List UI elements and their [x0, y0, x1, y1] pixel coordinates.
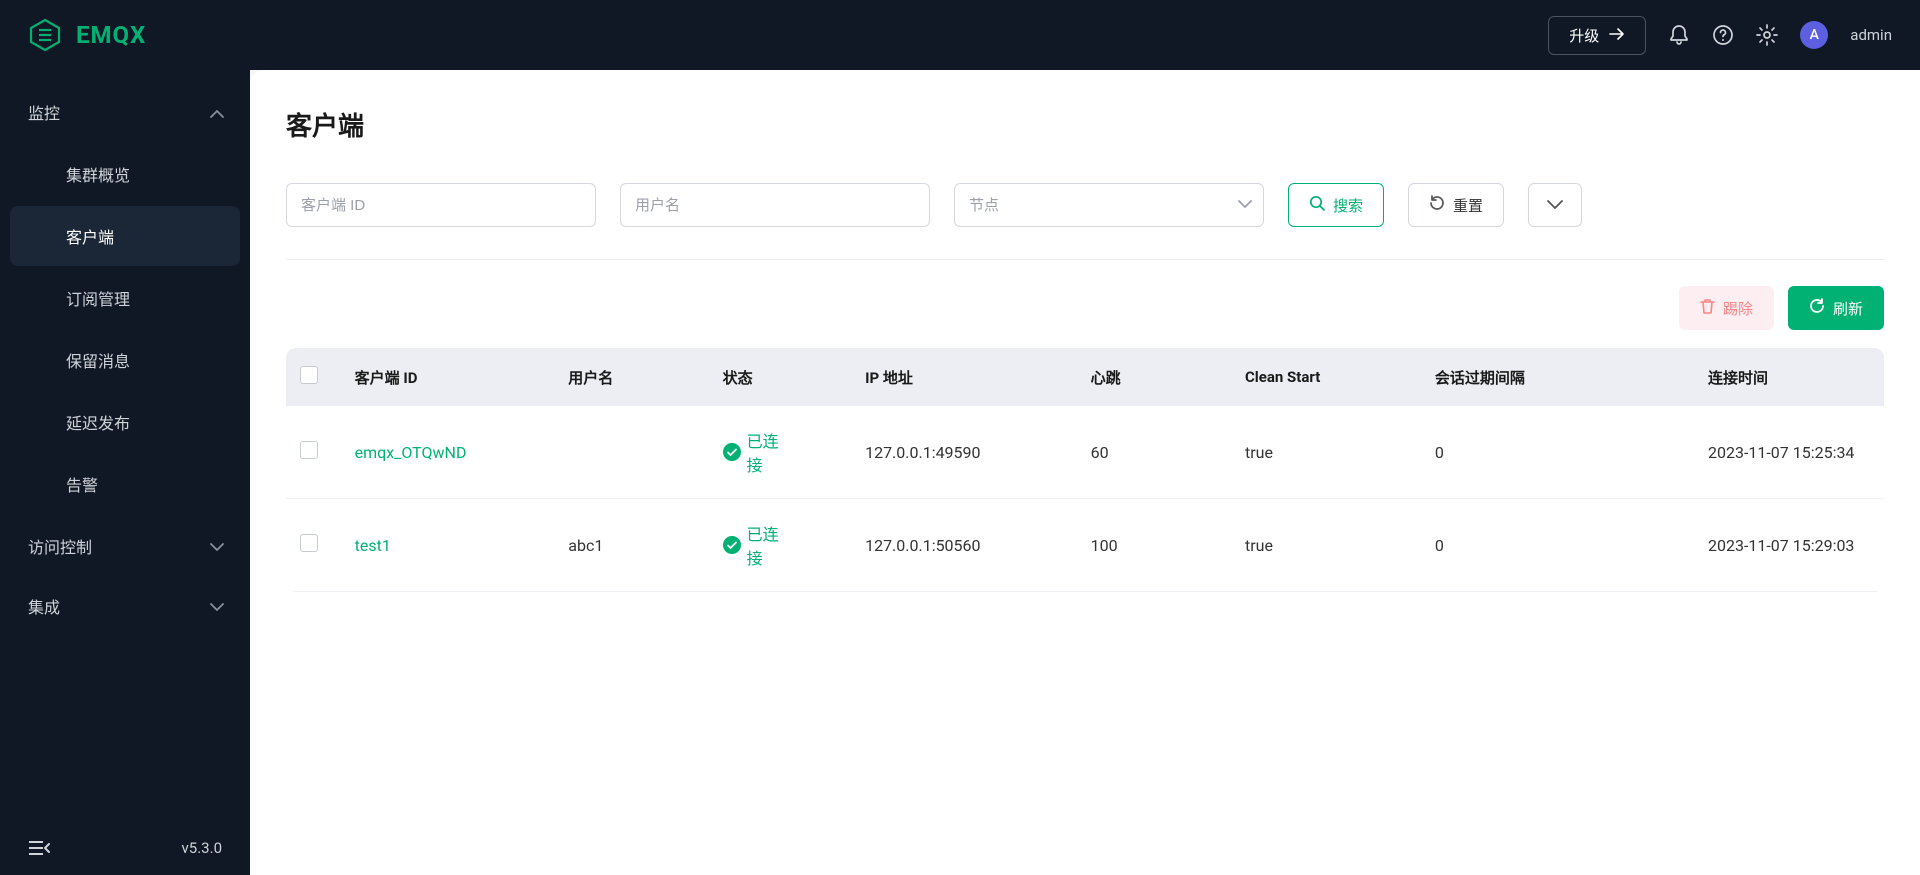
check-circle-icon	[723, 443, 741, 461]
kick-label: 踢除	[1723, 298, 1753, 319]
upgrade-label: 升级	[1569, 25, 1599, 46]
sidebar-item-delayed[interactable]: 延迟发布	[10, 392, 240, 452]
trash-icon	[1700, 298, 1715, 318]
expand-filters-button[interactable]	[1528, 183, 1582, 227]
arrow-right-icon	[1609, 27, 1625, 44]
table-row: test1 abc1 已连接 127.0.0.1:50560 100	[286, 499, 1884, 592]
username-input[interactable]	[620, 183, 930, 227]
search-icon	[1309, 195, 1325, 215]
th-status[interactable]: 状态	[709, 348, 851, 406]
th-keepalive[interactable]: 心跳	[1077, 348, 1231, 406]
reset-icon	[1429, 195, 1445, 215]
cell-connected-at: 2023-11-07 15:29:03	[1708, 536, 1854, 555]
th-ip[interactable]: IP 地址	[851, 348, 1077, 406]
refresh-button[interactable]: 刷新	[1788, 286, 1884, 330]
cell-username: abc1	[568, 536, 603, 555]
sidebar-item-clients[interactable]: 客户端	[10, 206, 240, 266]
main-content: 客户端 搜索	[250, 70, 1920, 875]
refresh-icon	[1809, 298, 1825, 318]
kick-button[interactable]: 踢除	[1679, 286, 1774, 330]
cell-clean-start: true	[1245, 443, 1273, 462]
sidebar-item-subscriptions[interactable]: 订阅管理	[10, 268, 240, 328]
upgrade-button[interactable]: 升级	[1548, 16, 1646, 55]
header-bar: EMQX 升级 A admin	[0, 0, 1920, 70]
th-username[interactable]: 用户名	[554, 348, 708, 406]
check-circle-icon	[723, 536, 741, 554]
cell-keepalive: 60	[1091, 443, 1109, 462]
sidebar-group-access-control[interactable]: 访问控制	[0, 516, 250, 576]
cell-keepalive: 100	[1091, 536, 1118, 555]
cell-connected-at: 2023-11-07 15:25:34	[1708, 443, 1854, 462]
page-title: 客户端	[286, 106, 1884, 143]
reset-button[interactable]: 重置	[1408, 183, 1504, 227]
table-row: emqx_OTQwND 已连接 127.0.0.1:49590 60	[286, 406, 1884, 499]
sidebar-group-label: 访问控制	[28, 534, 92, 558]
sidebar-item-retained[interactable]: 保留消息	[10, 330, 240, 390]
th-expiry[interactable]: 会话过期间隔	[1421, 348, 1694, 406]
node-select[interactable]	[954, 183, 1264, 227]
row-checkbox[interactable]	[300, 534, 318, 552]
chevron-up-icon	[210, 103, 224, 122]
chevron-down-icon	[210, 597, 224, 616]
bell-icon[interactable]	[1668, 24, 1690, 46]
cell-expiry: 0	[1435, 443, 1444, 462]
th-clean-start[interactable]: Clean Start	[1231, 348, 1421, 406]
sidebar-group-monitor[interactable]: 监控	[0, 82, 250, 142]
sidebar-group-integration[interactable]: 集成	[0, 576, 250, 636]
cell-clean-start: true	[1245, 536, 1273, 555]
collapse-sidebar-icon[interactable]	[28, 839, 50, 857]
sidebar-item-cluster-overview[interactable]: 集群概览	[10, 144, 240, 204]
avatar[interactable]: A	[1800, 21, 1828, 49]
status-badge: 已连接	[723, 521, 793, 569]
cell-expiry: 0	[1435, 536, 1444, 555]
brand-text: EMQX	[76, 21, 146, 49]
th-client-id[interactable]: 客户端 ID	[341, 348, 555, 406]
version-label: v5.3.0	[182, 839, 222, 857]
sidebar-item-alarms[interactable]: 告警	[10, 454, 240, 514]
client-id-link[interactable]: emqx_OTQwND	[355, 443, 467, 462]
logo[interactable]: EMQX	[28, 18, 146, 52]
chevron-down-icon	[210, 537, 224, 556]
select-all-checkbox[interactable]	[300, 366, 318, 384]
gear-icon[interactable]	[1756, 24, 1778, 46]
search-button[interactable]: 搜索	[1288, 183, 1384, 227]
refresh-label: 刷新	[1833, 298, 1863, 319]
help-icon[interactable]	[1712, 24, 1734, 46]
client-id-link[interactable]: test1	[355, 536, 391, 555]
sidebar: 监控 集群概览 客户端 订阅管理 保留消息 延迟发布 告警 访问控制	[0, 70, 250, 875]
search-label: 搜索	[1333, 195, 1363, 216]
logo-hex-icon	[28, 18, 62, 52]
sidebar-group-label: 监控	[28, 100, 60, 124]
th-connected-at[interactable]: 连接时间	[1694, 348, 1884, 406]
cell-ip: 127.0.0.1:50560	[865, 536, 980, 555]
status-text: 已连接	[747, 521, 793, 569]
client-id-input[interactable]	[286, 183, 596, 227]
row-checkbox[interactable]	[300, 441, 318, 459]
clients-table: 客户端 ID 用户名 状态 IP 地址 心跳 Clean Start 会话过期间…	[286, 348, 1884, 592]
chevron-down-icon	[1547, 197, 1563, 214]
sidebar-group-label: 集成	[28, 594, 60, 618]
status-badge: 已连接	[723, 428, 793, 476]
filter-bar: 搜索 重置	[286, 183, 1884, 260]
username-label[interactable]: admin	[1850, 26, 1892, 44]
reset-label: 重置	[1453, 195, 1483, 216]
status-text: 已连接	[747, 428, 793, 476]
cell-ip: 127.0.0.1:49590	[865, 443, 980, 462]
